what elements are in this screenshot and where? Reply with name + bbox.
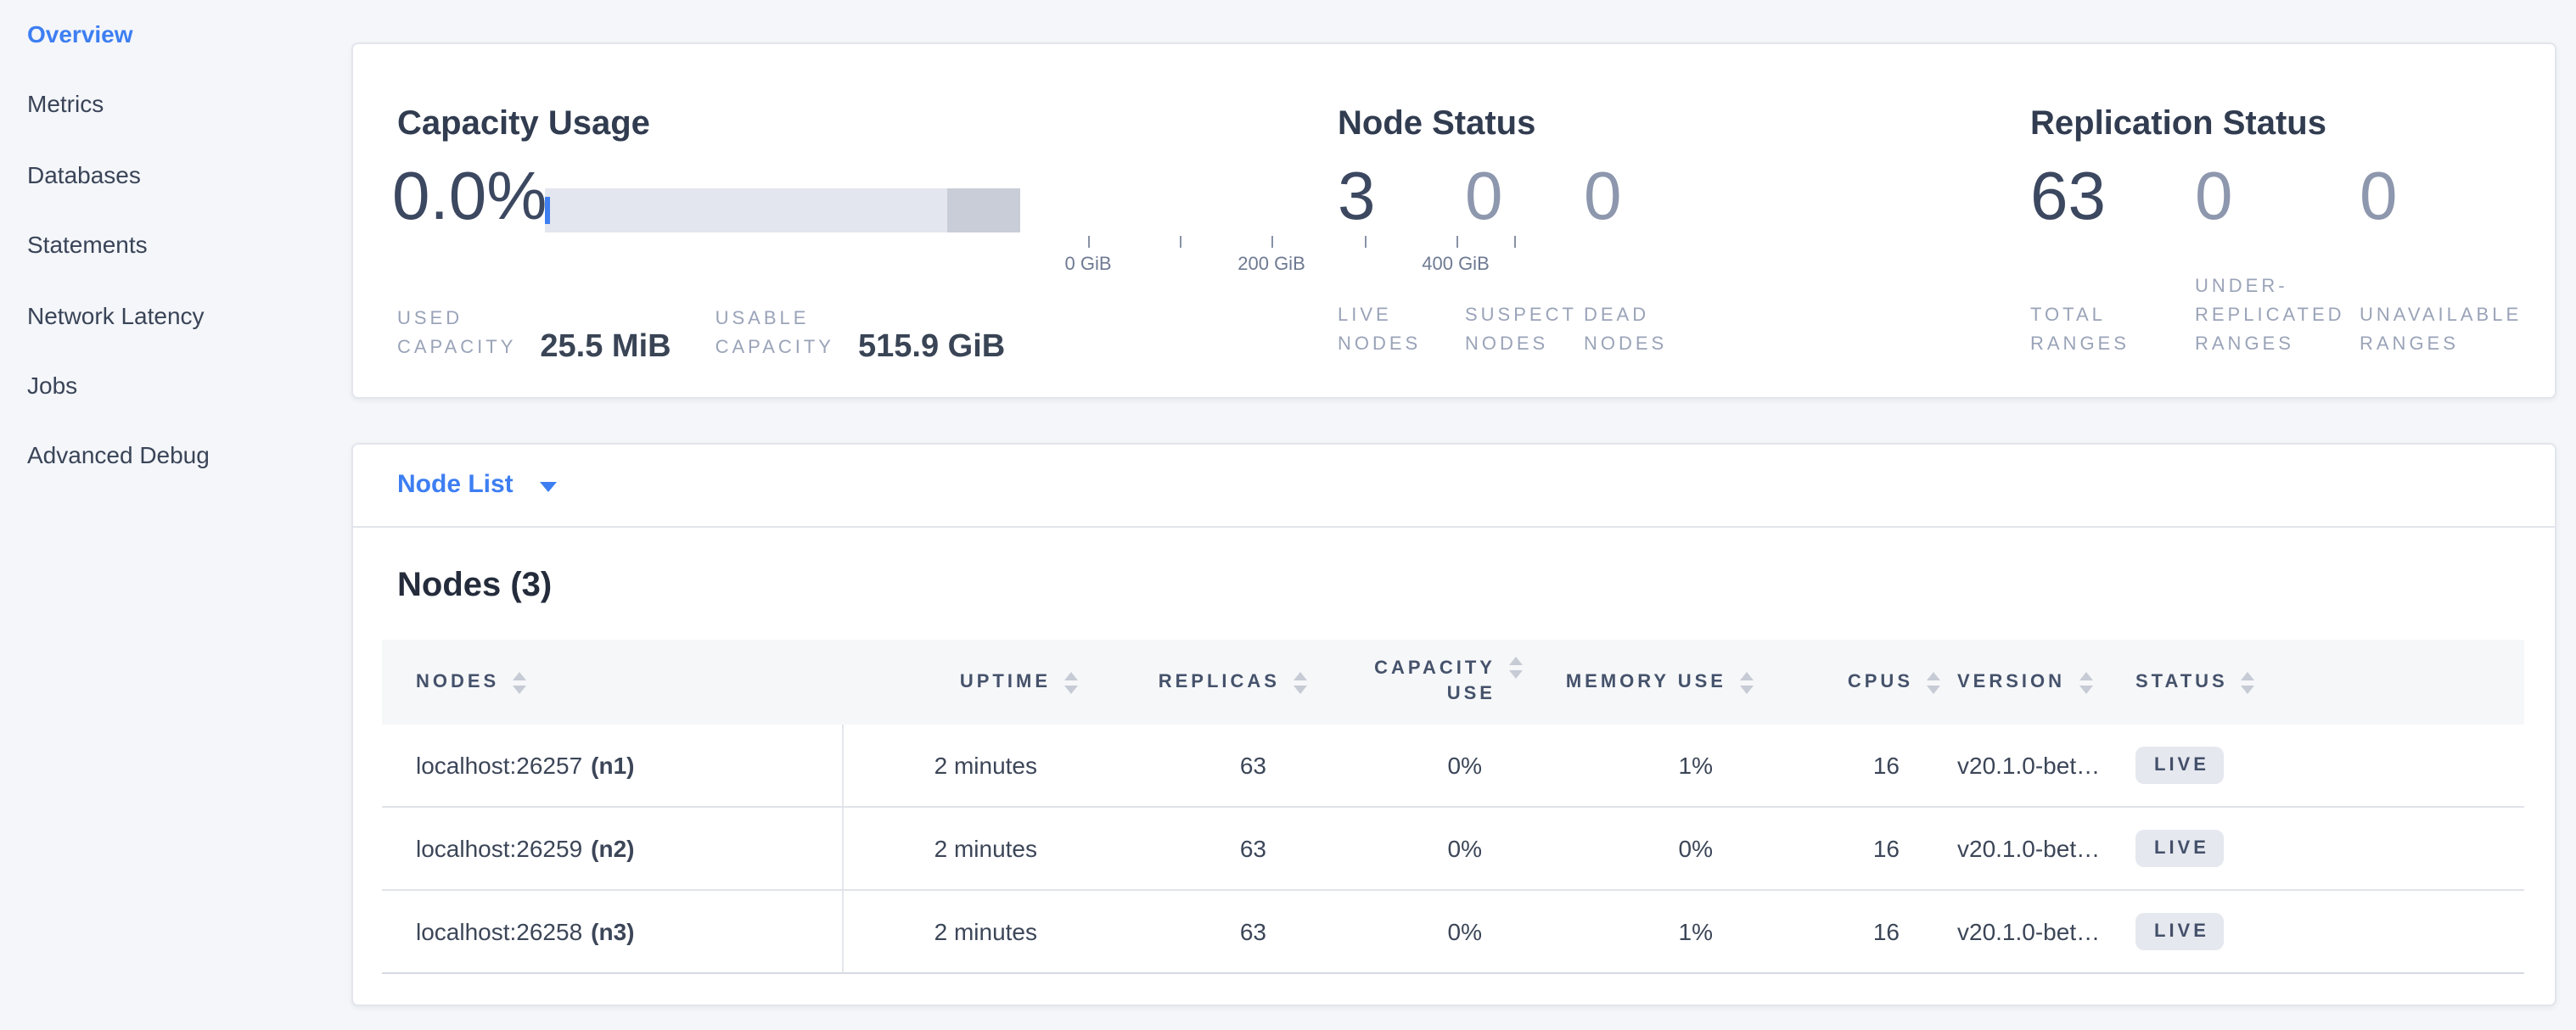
column-header-version[interactable]: VERSION: [1957, 640, 2124, 725]
sidebar-item-jobs[interactable]: Jobs: [27, 372, 77, 399]
table-row-n3[interactable]: localhost:26258(n3) 2 minutes 63 0% 1% 1…: [382, 891, 2524, 974]
sidebar-item-network-latency[interactable]: Network Latency: [27, 302, 205, 329]
suspect-nodes-count: 0: [1465, 163, 1503, 231]
column-header-status[interactable]: STATUS: [2124, 640, 2524, 725]
used-capacity-label: USED CAPACITY: [397, 305, 516, 363]
replicas-cell: 63: [1095, 808, 1324, 889]
memory-use-cell: 0%: [1540, 808, 1771, 889]
status-cell: LIVE: [2124, 808, 2524, 889]
cpus-cell: 16: [1771, 725, 1957, 806]
node-status-title: Node Status: [1338, 105, 1535, 144]
status-cell: LIVE: [2124, 891, 2524, 972]
sidebar-item-databases[interactable]: Databases: [27, 161, 141, 188]
sidebar-item-statements[interactable]: Statements: [27, 231, 148, 258]
nodes-heading: Nodes (3): [397, 567, 552, 606]
sort-icon[interactable]: [1509, 657, 1523, 679]
sort-icon[interactable]: [1064, 671, 1078, 693]
total-ranges-label: TOTAL RANGES: [2030, 302, 2130, 360]
live-nodes-count: 3: [1338, 163, 1376, 231]
version-cell: v20.1.0-bet…: [1957, 891, 2124, 972]
uptime-cell: 2 minutes: [844, 725, 1095, 806]
column-header-replicas[interactable]: REPLICAS: [1095, 640, 1324, 725]
capacity-bar-extra-segment: [947, 188, 1020, 232]
sort-icon[interactable]: [1294, 671, 1307, 693]
axis-label-200: 200 GiB: [1237, 255, 1305, 275]
axis-label-400: 400 GiB: [1422, 255, 1490, 275]
table-header-row: NODES UPTIME REPLICAS CAPACITYUSE MEMORY…: [382, 640, 2524, 725]
status-badge: LIVE: [2135, 913, 2225, 950]
node-list-card: Node List Nodes (3) NODES UPTIME REPLICA…: [351, 443, 2556, 1006]
under-replicated-ranges-label: UNDER- REPLICATED RANGES: [2195, 273, 2345, 360]
chevron-down-icon: [541, 481, 558, 491]
capacity-use-cell: 0%: [1324, 808, 1540, 889]
memory-use-cell: 1%: [1540, 891, 1771, 972]
axis-label-0: 0 GiB: [1064, 255, 1111, 275]
cluster-overview-card: Capacity Usage 0.0% 0 GiB 200 GiB 400 Gi…: [351, 42, 2556, 399]
uptime-cell: 2 minutes: [844, 891, 1095, 972]
version-cell: v20.1.0-bet…: [1957, 808, 2124, 889]
capacity-used-percent: 0.0%: [392, 163, 547, 231]
column-header-nodes[interactable]: NODES: [382, 640, 844, 725]
status-badge: LIVE: [2135, 830, 2225, 867]
view-selector-row: Node List: [353, 445, 2555, 528]
version-cell: v20.1.0-bet…: [1957, 725, 2124, 806]
usable-capacity-label: USABLE CAPACITY: [716, 305, 834, 363]
unavailable-ranges-count: 0: [2360, 163, 2398, 231]
capacity-use-cell: 0%: [1324, 725, 1540, 806]
page: Overview Metrics Databases Statements Ne…: [0, 0, 2576, 1030]
sidebar-item-overview[interactable]: Overview: [27, 20, 133, 48]
capacity-use-cell: 0%: [1324, 891, 1540, 972]
usable-capacity-value: 515.9 GiB: [858, 329, 1005, 367]
status-badge: LIVE: [2135, 747, 2225, 784]
live-nodes-label: LIVE NODES: [1338, 302, 1421, 360]
column-header-memory-use[interactable]: MEMORY USE: [1540, 640, 1771, 725]
axis-tick: [1513, 236, 1515, 248]
node-address-cell[interactable]: localhost:26258(n3): [382, 891, 844, 972]
dead-nodes-count: 0: [1584, 163, 1622, 231]
suspect-nodes-label: SUSPECT NODES: [1465, 302, 1577, 360]
node-address-cell[interactable]: localhost:26257(n1): [382, 725, 844, 806]
sort-icon[interactable]: [2079, 671, 2092, 693]
axis-tick: [1364, 236, 1366, 248]
column-header-cpus[interactable]: CPUS: [1771, 640, 1957, 725]
capacity-bar: [545, 188, 1020, 232]
nodes-table: NODES UPTIME REPLICAS CAPACITYUSE MEMORY…: [382, 640, 2524, 974]
replicas-cell: 63: [1095, 725, 1324, 806]
axis-tick: [1271, 236, 1273, 248]
table-row-n1[interactable]: localhost:26257(n1) 2 minutes 63 0% 1% 1…: [382, 725, 2524, 808]
table-body: localhost:26257(n1) 2 minutes 63 0% 1% 1…: [382, 725, 2524, 974]
capacity-usage-title: Capacity Usage: [397, 105, 650, 144]
total-ranges-count: 63: [2030, 163, 2106, 231]
sort-icon[interactable]: [513, 671, 526, 693]
node-address-cell[interactable]: localhost:26259(n2): [382, 808, 844, 889]
cpus-cell: 16: [1771, 891, 1957, 972]
axis-tick: [1456, 236, 1457, 248]
used-capacity-value: 25.5 MiB: [540, 329, 671, 367]
under-replicated-ranges-count: 0: [2195, 163, 2233, 231]
uptime-cell: 2 minutes: [844, 808, 1095, 889]
dead-nodes-label: DEAD NODES: [1584, 302, 1667, 360]
sidebar: Overview Metrics Databases Statements Ne…: [0, 0, 351, 1030]
capacity-stats: USED CAPACITY 25.5 MiB USABLE CAPACITY 5…: [397, 305, 1005, 363]
axis-tick: [1180, 236, 1181, 248]
sidebar-item-metrics[interactable]: Metrics: [27, 90, 104, 117]
column-header-capacity-use[interactable]: CAPACITYUSE: [1324, 640, 1540, 725]
axis-tick: [1088, 236, 1090, 248]
table-row-n2[interactable]: localhost:26259(n2) 2 minutes 63 0% 0% 1…: [382, 808, 2524, 891]
sort-icon[interactable]: [1740, 671, 1754, 693]
cpus-cell: 16: [1771, 808, 1957, 889]
sidebar-item-advanced-debug[interactable]: Advanced Debug: [27, 441, 210, 468]
column-header-uptime[interactable]: UPTIME: [844, 640, 1095, 725]
memory-use-cell: 1%: [1540, 725, 1771, 806]
sort-icon[interactable]: [1927, 671, 1940, 693]
capacity-bar-used-marker: [545, 197, 549, 224]
replicas-cell: 63: [1095, 891, 1324, 972]
status-cell: LIVE: [2124, 725, 2524, 806]
replication-status-title: Replication Status: [2030, 105, 2326, 144]
node-list-dropdown[interactable]: Node List: [397, 470, 558, 499]
sort-icon[interactable]: [2242, 671, 2255, 693]
node-list-dropdown-label: Node List: [397, 470, 514, 499]
unavailable-ranges-label: UNAVAILABLE RANGES: [2360, 302, 2522, 360]
